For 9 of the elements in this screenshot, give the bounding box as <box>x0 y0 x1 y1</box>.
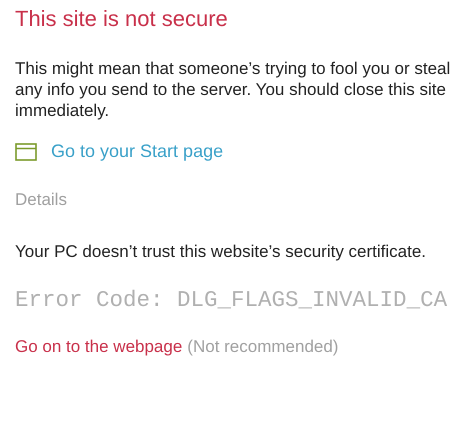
error-code: Error Code: DLG_FLAGS_INVALID_CA <box>15 287 448 313</box>
window-icon <box>15 142 37 160</box>
details-link[interactable]: Details <box>15 190 463 210</box>
start-page-link[interactable]: Go to your Start page <box>51 141 224 162</box>
warning-message: This might mean that someone’s trying to fool you or steal any info you send to the server. You should close this site immediately. <box>15 58 452 121</box>
page-title: This site is not secure <box>15 6 229 32</box>
continue-link[interactable]: Go on to the webpage <box>15 337 182 356</box>
continue-note: (Not recommended) <box>187 337 338 356</box>
certificate-message: Your PC doesn’t trust this website’s security certificate. <box>15 241 428 263</box>
